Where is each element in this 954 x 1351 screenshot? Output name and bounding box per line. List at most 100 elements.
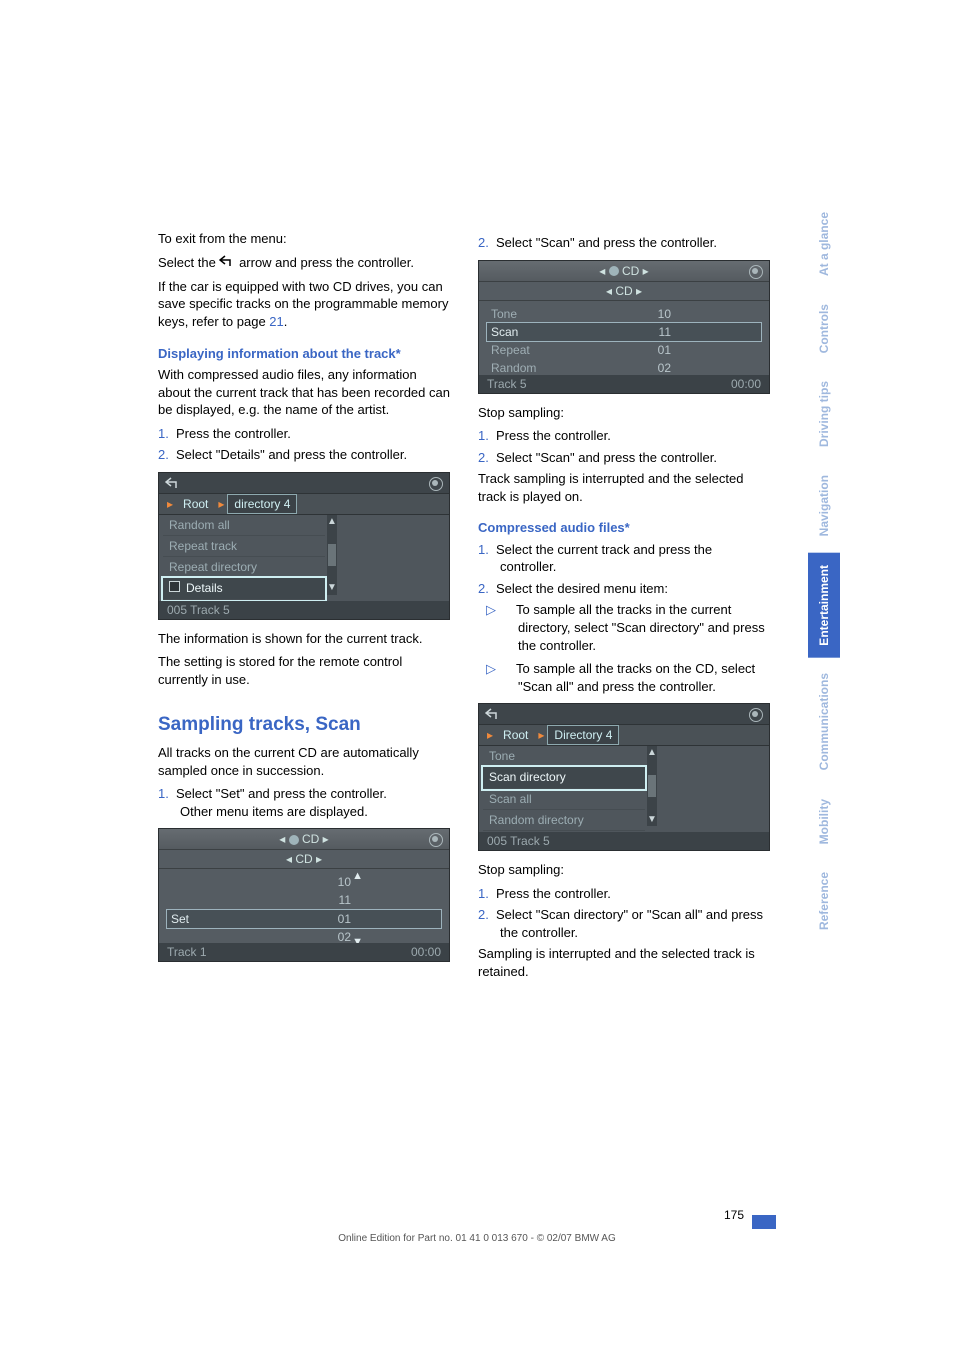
figure-scan-directory-menu: ▸ Root ▸ Directory 4 Tone Scan directory… <box>478 703 770 851</box>
back-icon <box>485 707 501 725</box>
tab-directory: directory 4 <box>228 495 296 513</box>
fig-scrollbar: ▲ ▼ <box>327 515 337 595</box>
fig-topbar-1: ◂ CD ▸ <box>159 829 449 850</box>
exit-menu-line2: Select the arrow and press the controlle… <box>158 254 450 272</box>
row-selected: Scan11 <box>487 323 761 341</box>
step-2: 2.Select the desired menu item: <box>478 580 770 598</box>
compressed-bullets: ▷To sample all the tracks in the current… <box>478 601 770 695</box>
side-tab-communications[interactable]: Communications <box>808 661 840 782</box>
stop-sampling-2: Stop sampling: <box>478 861 770 879</box>
back-icon <box>165 476 181 494</box>
fig-rows: ▲ 10 11 Set01 02 ▼ <box>167 873 441 946</box>
list-item: Scan all <box>483 789 645 810</box>
fig-breadcrumb: ▸ Root ▸ Directory 4 <box>479 725 769 746</box>
bullet-2: ▷To sample all the tracks on the CD, sel… <box>478 660 770 695</box>
stop-sampling-1-note: Track sampling is interrupted and the se… <box>478 470 770 505</box>
fig-rows: Tone10 Scan11 Repeat01 Random02 <box>487 305 761 378</box>
left-column: To exit from the menu: Select the arrow … <box>158 230 450 986</box>
fig-bottombar: Track 5 00:00 <box>479 375 769 393</box>
tab-root: Root <box>497 726 534 744</box>
side-tab-at-a-glance[interactable]: At a glance <box>808 200 840 288</box>
settings-icon <box>429 833 443 847</box>
settings-icon <box>429 477 443 491</box>
scroll-down-icon: ▼ <box>647 813 657 827</box>
list-item: Random all <box>163 515 325 536</box>
sampling-steps-2: 2.Select "Scan" and press the controller… <box>478 234 770 252</box>
arrow-up-icon: ▲ <box>352 869 363 884</box>
step-1: 1.Press the controller. <box>478 885 770 903</box>
settings-icon <box>749 708 763 722</box>
stop-sampling-2-note: Sampling is interrupted and the selected… <box>478 945 770 980</box>
scroll-up-icon: ▲ <box>647 746 657 760</box>
heading-displaying-info: Displaying information about the track* <box>158 345 450 363</box>
page-link-21[interactable]: 21 <box>269 314 283 329</box>
page-number-tag <box>752 1215 776 1229</box>
fig-topbar-2: ◂ CD ▸ <box>159 850 449 869</box>
info-shown-p: The information is shown for the current… <box>158 630 450 648</box>
fig-bottombar: 005 Track 5 <box>159 601 449 619</box>
scroll-up-icon: ▲ <box>327 515 337 529</box>
side-thumb-tabs: At a glance Controls Driving tips Navigatio… <box>808 200 840 946</box>
list-item: Repeat directory <box>163 557 325 578</box>
copyright-line: Online Edition for Part no. 01 41 0 013 … <box>0 1232 954 1246</box>
heading-compressed: Compressed audio files* <box>478 519 770 537</box>
displaying-info-p: With compressed audio files, any informa… <box>158 366 450 419</box>
side-tab-entertainment[interactable]: Entertainment <box>808 553 840 658</box>
right-column: 2.Select "Scan" and press the controller… <box>478 230 770 986</box>
tab-directory: Directory 4 <box>548 726 618 744</box>
list-item: Random directory <box>483 810 645 831</box>
list-item: Repeat track <box>163 536 325 557</box>
row-selected: Set01 <box>167 910 441 928</box>
sampling-steps-1: 1.Select "Set" and press the controller.… <box>158 785 450 820</box>
figure-cd-set-menu: ◂ CD ▸ ◂ CD ▸ ▲ 10 11 Set01 02 ▼ Track 1… <box>158 828 450 962</box>
list-item-selected: Scan directory <box>483 767 645 788</box>
bullet-1: ▷To sample all the tracks in the current… <box>478 601 770 654</box>
fig-topbar-1: ◂ CD ▸ <box>479 261 769 282</box>
fig-topbar-2: ◂ CD ▸ <box>479 282 769 301</box>
scroll-down-icon: ▼ <box>327 581 337 595</box>
list-item-selected: Details <box>163 578 325 599</box>
list-item: Tone <box>483 746 645 767</box>
two-cd-note: If the car is equipped with two CD drive… <box>158 278 450 331</box>
fig-scrollbar: ▲ ▼ <box>647 746 657 826</box>
side-tab-controls[interactable]: Controls <box>808 292 840 365</box>
step-1: 1.Press the controller. <box>158 425 450 443</box>
stop-sampling-1: Stop sampling: <box>478 404 770 422</box>
settings-icon <box>749 265 763 279</box>
step-2: 2.Select "Scan" and press the controller… <box>478 234 770 252</box>
stop-sampling-2-steps: 1.Press the controller. 2.Select "Scan d… <box>478 885 770 942</box>
fig-list: Random all Repeat track Repeat directory… <box>163 515 325 600</box>
displaying-info-steps: 1.Press the controller. 2.Select "Detail… <box>158 425 450 464</box>
heading-sampling-scan: Sampling tracks, Scan <box>158 712 450 738</box>
page-number: 175 <box>724 1207 744 1223</box>
side-tab-driving-tips[interactable]: Driving tips <box>808 369 840 459</box>
remote-setting-p: The setting is stored for the remote con… <box>158 653 450 688</box>
disc-icon <box>609 266 619 276</box>
compressed-steps: 1.Select the current track and press the… <box>478 541 770 598</box>
side-tab-navigation[interactable]: Navigation <box>808 463 840 548</box>
side-tab-reference[interactable]: Reference <box>808 860 840 942</box>
fig-header <box>159 473 449 494</box>
step-1: 1.Select "Set" and press the controller.… <box>158 785 450 820</box>
side-tab-mobility[interactable]: Mobility <box>808 787 840 856</box>
stop-sampling-1-steps: 1.Press the controller. 2.Select "Scan" … <box>478 427 770 466</box>
fig-header <box>479 704 769 725</box>
fig-breadcrumb: ▸ Root ▸ directory 4 <box>159 494 449 515</box>
fig-bottombar: Track 1 00:00 <box>159 943 449 961</box>
disc-icon <box>289 835 299 845</box>
fig-bottombar: 005 Track 5 <box>479 832 769 850</box>
scroll-thumb <box>328 544 336 566</box>
figure-cd-scan-menu: ◂ CD ▸ ◂ CD ▸ Tone10 Scan11 Repeat01 Ran… <box>478 260 770 394</box>
exit-menu-line1: To exit from the menu: <box>158 230 450 248</box>
figure-details-menu: ▸ Root ▸ directory 4 Random all Repeat t… <box>158 472 450 620</box>
tab-root: Root <box>177 495 214 513</box>
step-2: 2.Select "Details" and press the control… <box>158 446 450 464</box>
step-1: 1.Select the current track and press the… <box>478 541 770 576</box>
step-2: 2.Select "Scan directory" or "Scan all" … <box>478 906 770 941</box>
step-1: 1.Press the controller. <box>478 427 770 445</box>
scroll-thumb <box>648 775 656 797</box>
step-2: 2.Select "Scan" and press the controller… <box>478 449 770 467</box>
back-arrow-icon <box>219 254 235 272</box>
sampling-intro: All tracks on the current CD are automat… <box>158 744 450 779</box>
fig-list: Tone Scan directory Scan all Random dire… <box>483 746 645 831</box>
